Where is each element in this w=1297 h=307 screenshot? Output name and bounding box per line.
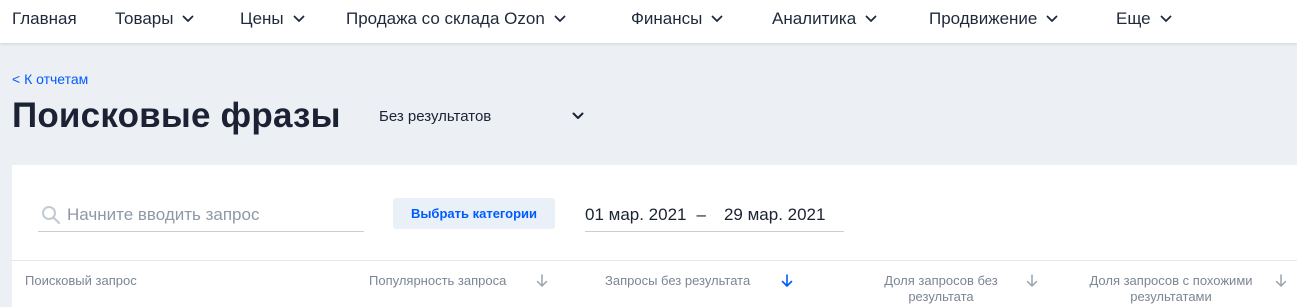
nav-item-label: Еще	[1116, 9, 1151, 28]
nav-item-promotion[interactable]: Продвижение	[929, 0, 1058, 38]
date-separator: –	[696, 204, 706, 224]
date-range-picker[interactable]: 01 мар. 2021 – 29 мар. 2021	[585, 198, 844, 232]
top-navigation: Главная Товары Цены Продажа со склада Oz…	[0, 0, 1297, 43]
chevron-down-icon	[1160, 15, 1171, 22]
nav-item-analytics[interactable]: Аналитика	[772, 0, 877, 38]
select-categories-button[interactable]: Выбрать категории	[393, 198, 555, 229]
column-header-label: Запросы без результата	[605, 273, 751, 288]
sort-down-arrow-icon[interactable]	[536, 274, 548, 288]
results-mode-value: Без результатов	[379, 107, 492, 125]
column-header-no-results-share[interactable]: Доля запросов без результата	[872, 273, 1042, 305]
nav-item-label: Аналитика	[772, 9, 857, 28]
report-card: Выбрать категории 01 мар. 2021 – 29 мар.…	[12, 165, 1297, 307]
chevron-down-icon	[711, 15, 723, 22]
chevron-down-icon	[572, 112, 584, 119]
back-to-reports-link[interactable]: < К отчетам	[12, 71, 88, 87]
chevron-down-icon	[1046, 15, 1058, 22]
nav-item-label: Продвижение	[929, 9, 1038, 28]
column-header-popularity[interactable]: Популярность запроса	[369, 273, 554, 289]
page-title: Поисковые фразы	[12, 96, 341, 135]
chevron-down-icon	[865, 15, 877, 22]
nav-item-label: Главная	[12, 9, 77, 28]
sort-down-arrow-icon[interactable]	[1275, 274, 1287, 288]
column-header-similar-results-share[interactable]: Доля запросов с похожими результатами	[1075, 273, 1290, 305]
column-header-label: Доля запросов с похожими результатами	[1089, 273, 1253, 304]
header-divider	[12, 260, 1297, 261]
column-header-no-results[interactable]: Запросы без результата	[605, 273, 795, 289]
column-header-query: Поисковый запрос	[25, 273, 137, 289]
chevron-down-icon	[293, 15, 305, 22]
chevron-down-icon	[554, 15, 566, 22]
date-to[interactable]: 29 мар. 2021	[724, 205, 826, 225]
nav-item-prices[interactable]: Цены	[240, 0, 305, 38]
column-header-label: Доля запросов без результата	[884, 273, 998, 304]
nav-item-home[interactable]: Главная	[12, 0, 77, 38]
search-input[interactable]	[67, 204, 347, 225]
nav-item-label: Товары	[115, 9, 174, 28]
column-header-label: Популярность запроса	[369, 273, 507, 288]
chevron-down-icon	[183, 15, 194, 22]
nav-item-ozon-warehouse[interactable]: Продажа со склада Ozon	[346, 0, 566, 38]
nav-item-finance[interactable]: Финансы	[631, 0, 723, 38]
search-field	[38, 198, 364, 232]
date-from[interactable]: 01 мар. 2021	[585, 205, 687, 225]
nav-item-label: Продажа со склада Ozon	[346, 9, 545, 28]
nav-item-label: Цены	[240, 9, 284, 28]
nav-item-label: Финансы	[631, 9, 703, 28]
search-icon	[42, 205, 61, 224]
column-header-label: Поисковый запрос	[25, 273, 137, 288]
sort-down-arrow-icon[interactable]	[1026, 274, 1038, 288]
sort-down-arrow-icon[interactable]	[781, 274, 793, 288]
nav-item-products[interactable]: Товары	[115, 0, 194, 38]
results-mode-select[interactable]: Без результатов	[379, 104, 584, 128]
nav-item-more[interactable]: Еще	[1116, 0, 1172, 38]
